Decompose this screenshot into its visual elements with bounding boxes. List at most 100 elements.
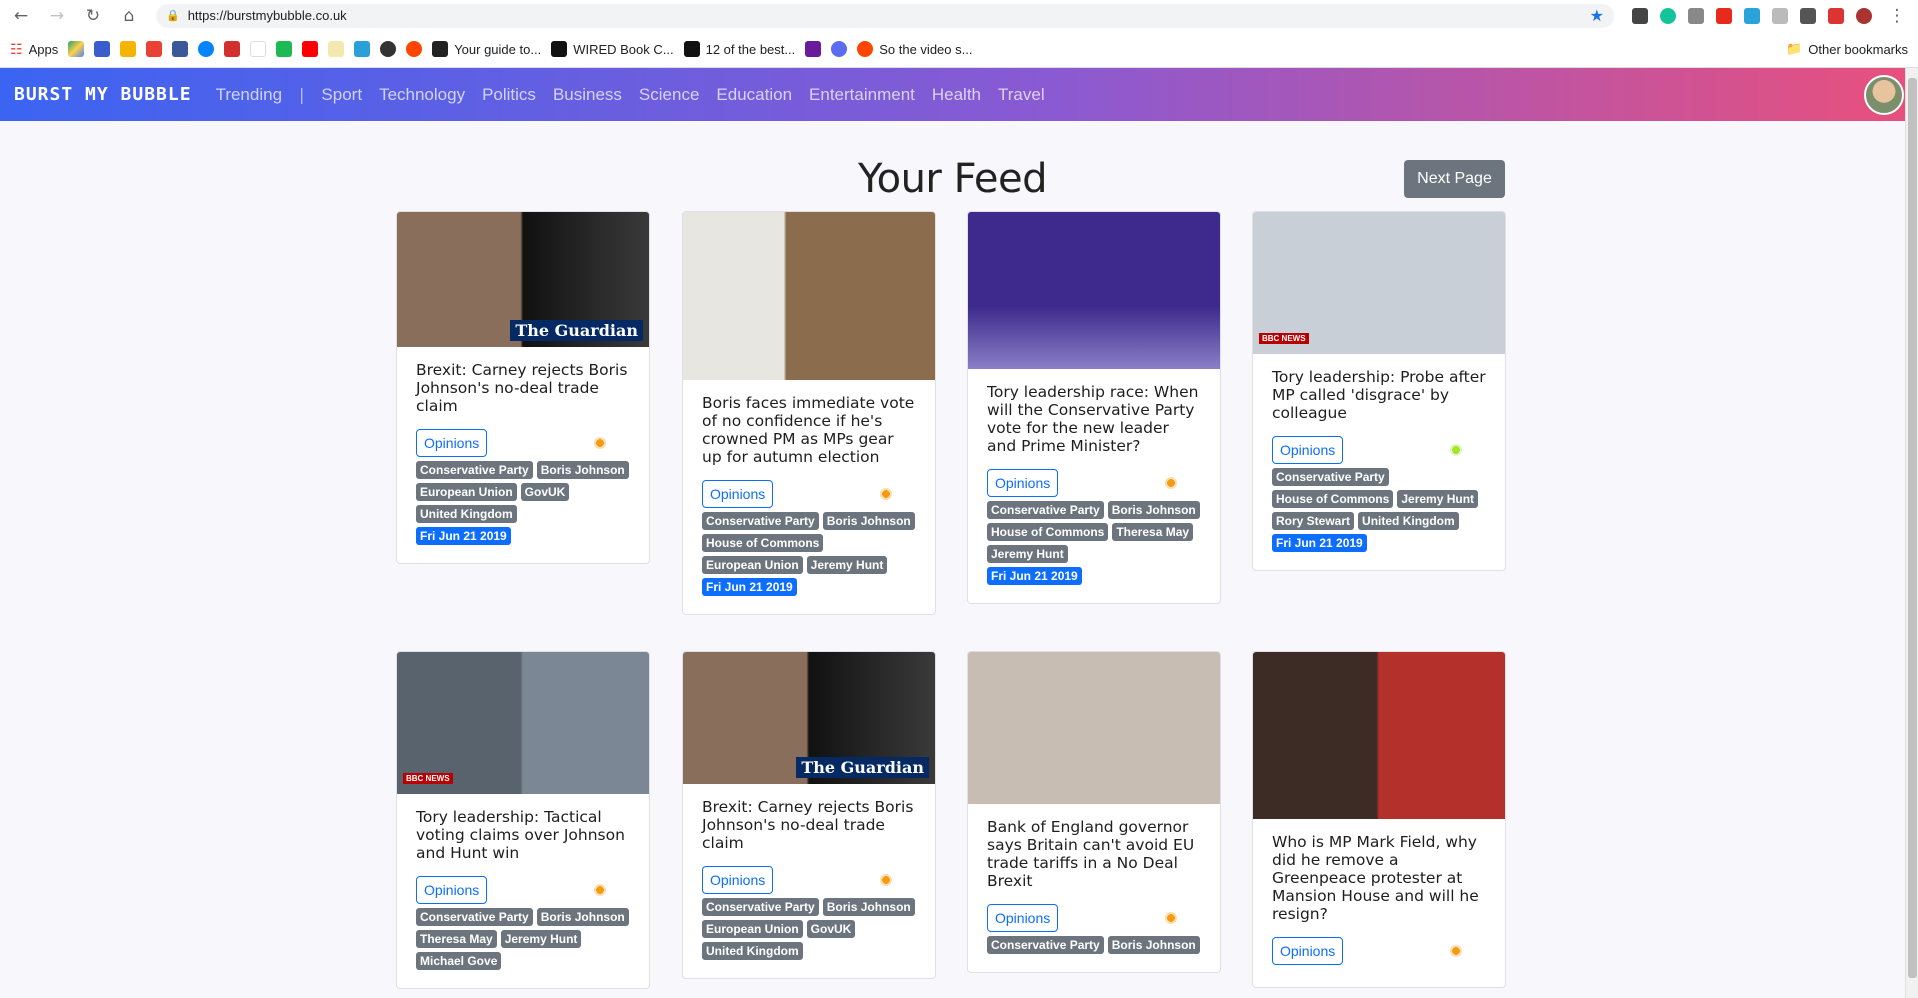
back-icon[interactable]: ← — [8, 3, 34, 29]
extension-icon[interactable] — [1688, 7, 1704, 24]
forward-icon[interactable]: → — [44, 3, 70, 29]
topic-tag[interactable]: Conservative Party — [416, 461, 533, 479]
topic-tag[interactable]: Boris Johnson — [536, 461, 629, 479]
youtube-icon[interactable] — [302, 41, 319, 57]
opinions-button[interactable]: Opinions — [987, 469, 1059, 497]
topic-tag[interactable]: Conservative Party — [702, 898, 819, 916]
opinions-button[interactable]: Opinions — [1272, 436, 1344, 464]
other-bookmarks[interactable]: 📁 Other bookmarks — [1786, 41, 1908, 57]
nav-link-technology[interactable]: Technology — [379, 85, 465, 105]
topic-tag[interactable]: United Kingdom — [416, 505, 517, 523]
nav-link-science[interactable]: Science — [639, 85, 699, 105]
profile-avatar[interactable] — [1856, 7, 1872, 24]
topic-tag[interactable]: Michael Gove — [416, 952, 502, 970]
opinions-button[interactable]: Opinions — [1272, 937, 1344, 965]
nav-link-travel[interactable]: Travel — [998, 85, 1045, 105]
topic-tag[interactable]: Boris Johnson — [536, 908, 629, 926]
topic-tag[interactable]: Jeremy Hunt — [987, 545, 1068, 563]
topic-tag[interactable]: Conservative Party — [702, 512, 819, 530]
topic-tag[interactable]: Boris Johnson — [1107, 936, 1200, 954]
url-text[interactable]: https://burstmybubble.co.uk — [188, 8, 347, 23]
bookmark-favicon[interactable] — [831, 41, 848, 57]
topic-tag[interactable]: Boris Johnson — [822, 898, 915, 916]
article-card[interactable]: Who is MP Mark Field, why did he remove … — [1252, 651, 1506, 988]
extension-icon[interactable] — [1716, 7, 1732, 24]
bookmark-favicon[interactable] — [224, 41, 241, 57]
topic-tag[interactable]: United Kingdom — [702, 942, 803, 960]
article-card[interactable]: BBC NEWS Tory leadership: Tactical voting… — [396, 651, 650, 989]
drive-icon[interactable] — [68, 41, 85, 57]
scrollbar-thumb[interactable] — [1908, 78, 1917, 978]
bookmark-favicon[interactable] — [146, 41, 163, 57]
reload-icon[interactable]: ↻ — [80, 3, 106, 29]
opinions-button[interactable]: Opinions — [987, 904, 1059, 932]
home-icon[interactable]: ⌂ — [116, 3, 142, 29]
nav-link-health[interactable]: Health — [932, 85, 981, 105]
article-image[interactable] — [968, 212, 1220, 369]
topic-tag[interactable]: Conservative Party — [416, 908, 533, 926]
bookmark-favicon[interactable] — [805, 41, 822, 57]
article-image[interactable]: BBC NEWS — [397, 652, 649, 794]
opinions-button[interactable]: Opinions — [702, 480, 774, 508]
extension-icon[interactable] — [1632, 7, 1648, 24]
article-title[interactable]: Tory leadership: Probe after MP called '… — [1272, 368, 1486, 422]
nav-link-business[interactable]: Business — [553, 85, 622, 105]
article-card[interactable]: Tory leadership race: When will the Cons… — [967, 211, 1221, 604]
scrollbar[interactable] — [1905, 68, 1918, 998]
article-title[interactable]: Brexit: Carney rejects Boris Johnson's n… — [416, 361, 630, 415]
topic-tag[interactable]: European Union — [416, 483, 517, 501]
article-image[interactable] — [968, 652, 1220, 804]
nav-link-entertainment[interactable]: Entertainment — [809, 85, 915, 105]
extension-icon[interactable] — [1660, 7, 1676, 24]
topic-tag[interactable]: GovUK — [806, 920, 856, 938]
article-image[interactable]: The Guardian — [397, 212, 649, 347]
nav-link-sport[interactable]: Sport — [321, 85, 362, 105]
article-image[interactable]: The Guardian — [683, 652, 935, 784]
topic-tag[interactable]: House of Commons — [987, 523, 1109, 541]
topic-tag[interactable]: Boris Johnson — [1107, 501, 1200, 519]
bookmark-apps[interactable]: ☷ Apps — [10, 41, 58, 58]
bookmark-item[interactable]: Your guide to... — [432, 41, 541, 57]
topic-tag[interactable]: Conservative Party — [1272, 468, 1389, 486]
bookmark-favicon[interactable] — [120, 41, 137, 57]
extension-icon[interactable] — [1800, 7, 1816, 24]
bookmark-favicon[interactable] — [328, 41, 345, 57]
topic-tag[interactable]: Rory Stewart — [1272, 512, 1355, 530]
brand-logo[interactable]: BURST MY BUBBLE — [14, 84, 192, 105]
topic-tag[interactable]: Jeremy Hunt — [806, 556, 888, 574]
article-image[interactable] — [683, 212, 935, 380]
topic-tag[interactable]: Boris Johnson — [822, 512, 915, 530]
topic-tag[interactable]: Jeremy Hunt — [500, 930, 582, 948]
bookmark-item[interactable]: 12 of the best... — [683, 41, 795, 57]
bookmark-favicon[interactable] — [94, 41, 111, 57]
article-title[interactable]: Tory leadership: Tactical voting claims … — [416, 808, 630, 862]
bookmark-item[interactable]: WIRED Book C... — [551, 41, 674, 57]
nav-link-politics[interactable]: Politics — [482, 85, 536, 105]
bookmark-star-icon[interactable]: ★ — [1590, 6, 1604, 25]
topic-tag[interactable]: European Union — [702, 920, 803, 938]
topic-tag[interactable]: GovUK — [520, 483, 570, 501]
menu-kebab-icon[interactable]: ⋮ — [1884, 3, 1910, 29]
article-title[interactable]: Brexit: Carney rejects Boris Johnson's n… — [702, 798, 916, 852]
bookmark-favicon[interactable] — [380, 41, 397, 57]
topic-tag[interactable]: Theresa May — [1112, 523, 1194, 541]
topic-tag[interactable]: Jeremy Hunt — [1397, 490, 1479, 508]
article-card[interactable]: Bank of England governor says Britain ca… — [967, 651, 1221, 973]
facebook-icon[interactable] — [172, 41, 189, 57]
opinions-button[interactable]: Opinions — [416, 429, 488, 457]
amazon-icon[interactable] — [250, 41, 267, 57]
next-page-button[interactable]: Next Page — [1404, 160, 1505, 198]
article-title[interactable]: Tory leadership race: When will the Cons… — [987, 383, 1201, 455]
topic-tag[interactable]: Conservative Party — [987, 501, 1104, 519]
nav-link-trending[interactable]: Trending — [216, 85, 282, 105]
article-card[interactable]: Boris faces immediate vote of no confide… — [682, 211, 936, 615]
article-title[interactable]: Bank of England governor says Britain ca… — [987, 818, 1201, 890]
extension-icon[interactable] — [1744, 7, 1760, 24]
article-card[interactable]: The Guardian Brexit: Carney rejects Boris… — [396, 211, 650, 564]
nav-link-education[interactable]: Education — [716, 85, 792, 105]
topic-tag[interactable]: Theresa May — [416, 930, 497, 948]
article-title[interactable]: Boris faces immediate vote of no confide… — [702, 394, 916, 466]
topic-tag[interactable]: Conservative Party — [987, 936, 1104, 954]
address-bar[interactable]: 🔒 https://burstmybubble.co.uk ★ — [156, 3, 1614, 28]
article-card[interactable]: The Guardian Brexit: Carney rejects Boris… — [682, 651, 936, 979]
